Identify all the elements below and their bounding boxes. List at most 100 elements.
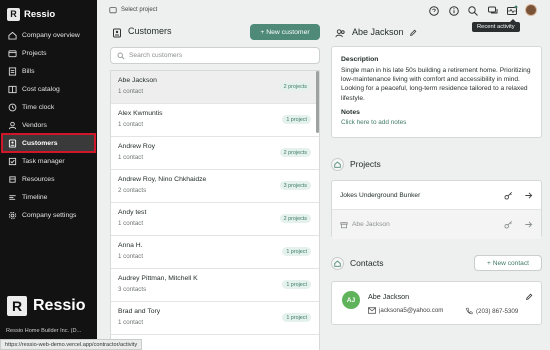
home-icon xyxy=(331,157,344,171)
sidebar: R Ressio Company overview Projects Bills… xyxy=(0,0,97,350)
search-icon[interactable] xyxy=(467,5,479,17)
info-icon[interactable] xyxy=(448,5,460,17)
sidebar-item-label: Company settings xyxy=(22,211,77,219)
search-icon xyxy=(117,52,125,59)
add-notes-link[interactable]: Click here to add notes xyxy=(341,119,532,126)
select-project-label: Select project xyxy=(121,6,158,13)
brand-name: Ressio xyxy=(24,8,56,20)
sidebar-item-task-manager[interactable]: Task manager xyxy=(0,152,97,170)
sidebar-item-label: Bills xyxy=(22,67,35,75)
task-icon xyxy=(8,157,17,165)
projects-badge: 3 projects xyxy=(279,181,311,190)
project-name: Abe Jackson xyxy=(352,221,390,228)
brand-logo[interactable]: R Ressio xyxy=(7,7,55,21)
new-customer-button[interactable]: + New customer xyxy=(250,24,320,40)
sidebar-item-label: Customers xyxy=(22,139,58,147)
projects-section-header: Projects xyxy=(331,156,381,172)
arrow-right-icon[interactable] xyxy=(524,191,533,200)
customer-name-title: Abe Jackson xyxy=(352,27,404,37)
list-scrollbar[interactable] xyxy=(316,71,319,133)
contact-phone[interactable]: (203) 867-5309 xyxy=(465,307,518,315)
sidebar-item-resources[interactable]: Resources xyxy=(0,170,97,188)
sidebar-item-company-overview[interactable]: Company overview xyxy=(0,26,97,44)
description-heading: Description xyxy=(341,56,379,63)
list-item[interactable]: Alex Kwmuntis 1 contact 1 project xyxy=(111,104,319,137)
project-name: Jokes Underground Bunker xyxy=(340,191,421,199)
project-row-archived[interactable]: Abe Jackson xyxy=(332,210,541,239)
list-item[interactable]: Audrey Pittman, Mitchell K 3 contacts 1 … xyxy=(111,269,319,302)
sidebar-item-company-settings[interactable]: Company settings xyxy=(0,206,97,224)
sidebar-item-bills[interactable]: Bills xyxy=(0,62,97,80)
projects-badge: 1 project xyxy=(282,280,311,289)
mail-icon xyxy=(368,307,376,314)
company-name[interactable]: Ressio Home Builder Inc. (D... xyxy=(6,328,81,334)
user-avatar[interactable] xyxy=(525,4,537,16)
resources-icon xyxy=(9,175,16,183)
list-item[interactable]: Andrew Roy, Nino Chkhaidze 2 contacts 3 … xyxy=(111,170,319,203)
sidebar-item-label: Resources xyxy=(22,175,55,183)
sidebar-item-customers[interactable]: Customers xyxy=(1,133,96,153)
help-chat-icon[interactable] xyxy=(428,5,440,17)
arrow-right-icon[interactable] xyxy=(524,220,533,229)
sidebar-item-vendors[interactable]: Vendors xyxy=(0,116,97,134)
contact-email[interactable]: jacksona5@yahoo.com xyxy=(368,307,443,314)
pencil-icon[interactable] xyxy=(409,29,417,37)
brand-mark-icon: R xyxy=(7,296,27,316)
sidebar-item-timeline[interactable]: Timeline xyxy=(0,188,97,206)
folder-icon xyxy=(8,49,17,57)
sidebar-item-label: Company overview xyxy=(22,31,80,39)
top-bar: Select project xyxy=(97,0,550,19)
project-row[interactable]: Jokes Underground Bunker xyxy=(332,181,541,210)
contacts-heading: Contacts xyxy=(350,258,384,268)
gear-icon xyxy=(8,211,17,219)
sidebar-item-label: Vendors xyxy=(22,121,47,129)
sidebar-item-label: Timeline xyxy=(22,193,48,201)
catalog-icon xyxy=(8,85,17,93)
sidebar-item-label: Projects xyxy=(22,49,47,57)
contact-avatar: AJ xyxy=(342,291,360,309)
customer-list: Abe Jackson 1 contact 2 projects Alex Kw… xyxy=(110,70,320,350)
clock-icon xyxy=(8,103,17,111)
key-icon[interactable] xyxy=(504,220,513,229)
phone-icon xyxy=(465,307,473,315)
projects-badge: 1 project xyxy=(282,247,311,256)
customer-group-icon xyxy=(335,29,345,38)
contacts-section-header: Contacts xyxy=(331,255,384,271)
list-item[interactable]: Andrew Roy 1 contact 2 projects xyxy=(111,137,319,170)
recent-activity-icon[interactable] xyxy=(506,5,518,17)
sidebar-item-time-clock[interactable]: Time clock xyxy=(0,98,97,116)
brand-mark-icon: R xyxy=(7,7,20,21)
list-item[interactable]: Abe Jackson 1 contact 2 projects xyxy=(111,71,319,104)
list-item[interactable]: Anna H. 1 contact 1 project xyxy=(111,236,319,269)
new-contact-button[interactable]: + New contact xyxy=(474,255,542,271)
contact-card: AJ Abe Jackson jacksona5@yahoo.com (203)… xyxy=(331,281,542,325)
customer-icon xyxy=(8,138,17,148)
search-customers-input[interactable]: Search customers xyxy=(110,47,320,64)
key-icon[interactable] xyxy=(504,191,513,200)
contact-email-text: jacksona5@yahoo.com xyxy=(379,307,444,314)
select-project-button[interactable]: Select project xyxy=(109,4,157,15)
projects-card: Jokes Underground Bunker Abe Jackson xyxy=(331,180,542,239)
sidebar-item-cost-catalog[interactable]: Cost catalog xyxy=(0,80,97,98)
timeline-icon xyxy=(9,194,16,200)
messages-icon[interactable] xyxy=(487,5,499,17)
contacts-icon xyxy=(331,256,344,270)
vendor-icon xyxy=(8,121,17,129)
pencil-icon[interactable] xyxy=(525,293,533,301)
projects-badge: 2 projects xyxy=(279,148,311,157)
customers-panel: Customers + New customer Search customer… xyxy=(106,22,320,350)
home-icon xyxy=(8,31,17,40)
projects-badge: 2 projects xyxy=(279,214,311,223)
sidebar-item-label: Cost catalog xyxy=(22,85,60,93)
projects-badge: 1 project xyxy=(282,313,311,322)
projects-heading: Projects xyxy=(350,159,381,169)
sidebar-item-projects[interactable]: Projects xyxy=(0,44,97,62)
contact-name: Abe Jackson xyxy=(368,292,410,301)
sidebar-nav: Company overview Projects Bills Cost cat… xyxy=(0,26,97,224)
brand-name: Ressio xyxy=(33,297,86,314)
customers-header: Customers + New customer xyxy=(106,22,320,44)
list-item[interactable]: Brad and Tory 1 contact 1 project xyxy=(111,302,319,335)
customer-icon xyxy=(113,28,121,38)
browser-status-url: https://ressio-web-demo.vercel.app/contr… xyxy=(0,339,143,350)
list-item[interactable]: Andy test 1 contact 2 projects xyxy=(111,203,319,236)
